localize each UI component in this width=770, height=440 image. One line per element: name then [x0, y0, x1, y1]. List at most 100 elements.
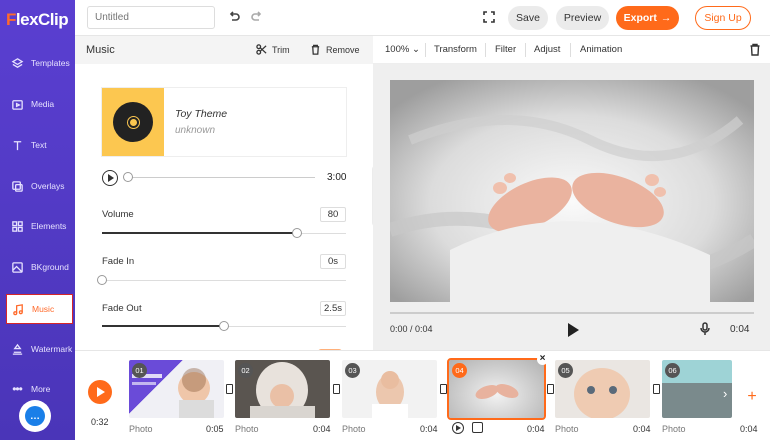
clip-type: Photo [555, 424, 579, 434]
chevron-down-icon: ⌄ [411, 44, 420, 55]
sidebar-item-label: Elements [31, 221, 67, 231]
transition-icon[interactable] [547, 384, 554, 394]
sidebar-item-elements[interactable]: Elements [6, 211, 73, 241]
transition-icon[interactable] [226, 384, 233, 394]
clip-duration: 0:04 [313, 424, 331, 434]
transition-icon[interactable] [653, 384, 660, 394]
clip-play-icon[interactable] [452, 422, 464, 434]
close-icon[interactable]: × [537, 354, 548, 365]
save-button[interactable]: Save [508, 6, 548, 30]
divider [485, 43, 486, 57]
sidebar-item-label: Text [31, 140, 47, 150]
timeline-clip[interactable]: 05 [555, 360, 650, 418]
transition-icon[interactable] [333, 384, 340, 394]
clip-number: 06 [665, 363, 680, 378]
top-bar: Save Preview Export → Sign Up [75, 0, 770, 36]
adjust-button[interactable]: Adjust [534, 44, 560, 55]
music-icon [11, 302, 25, 316]
text-icon [10, 138, 24, 152]
volume-slider-fill [102, 232, 298, 234]
sidebar-item-music[interactable]: Music [6, 294, 73, 324]
preview-canvas[interactable] [390, 80, 754, 302]
timeline-clip[interactable]: 01 [129, 360, 224, 418]
fullscreen-icon[interactable] [483, 11, 495, 23]
fade-in-slider-handle[interactable] [97, 275, 107, 285]
volume-slider-handle[interactable] [292, 228, 303, 238]
timeline-clip[interactable]: 06 [662, 360, 732, 418]
zoom-select[interactable]: 100% ⌄ [385, 44, 420, 55]
music-scrubber-track[interactable] [127, 177, 315, 178]
export-label: Export [623, 12, 657, 24]
clip-number: 05 [558, 363, 573, 378]
fade-out-slider-handle[interactable] [219, 321, 229, 331]
chat-button[interactable]: … [19, 400, 51, 432]
zoom-value: 100% [385, 44, 410, 55]
elements-icon [10, 219, 24, 233]
remove-button[interactable]: Remove [310, 44, 360, 55]
preview-button[interactable]: Preview [556, 6, 609, 30]
sidebar-item-overlays[interactable]: Overlays [6, 171, 73, 201]
transform-button[interactable]: Transform [434, 44, 477, 55]
music-scrubber-handle[interactable] [123, 172, 133, 182]
clip-duration: 0:04 [527, 424, 545, 434]
scroll-right-icon[interactable]: › [723, 386, 727, 401]
watermark-icon [10, 342, 24, 356]
fade-out-value[interactable]: 2.5s [320, 301, 346, 316]
divider [425, 43, 426, 57]
clip-type: Photo [662, 424, 686, 434]
more-icon: ••• [12, 382, 23, 396]
timeline-play-button[interactable] [88, 380, 112, 404]
microphone-icon[interactable] [699, 322, 711, 336]
sidebar-item-label: Watermark [31, 344, 73, 354]
arrow-right-icon: → [660, 12, 672, 24]
vinyl-record-icon [113, 102, 153, 142]
music-panel: Music Trim Remove Toy Theme unknown 3:00… [75, 36, 373, 350]
flexclip-logo[interactable]: FlexClip [6, 10, 69, 30]
volume-label: Volume [102, 209, 134, 220]
redo-icon[interactable] [250, 10, 264, 24]
clip-end-time: 0:04 [730, 324, 750, 335]
fade-out-slider-fill [102, 325, 224, 327]
duplicate-icon[interactable] [472, 422, 483, 433]
filter-button[interactable]: Filter [495, 44, 516, 55]
baby-feet-photo [390, 80, 754, 302]
transition-icon[interactable] [440, 384, 447, 394]
video-play-button[interactable] [568, 323, 579, 337]
sidebar-item-watermark[interactable]: Watermark [6, 334, 73, 364]
timeline-clip[interactable]: 03 [342, 360, 437, 418]
track-card[interactable]: Toy Theme unknown [102, 88, 346, 156]
music-play-button[interactable] [102, 170, 118, 186]
delete-icon[interactable] [749, 43, 761, 56]
trash-icon [311, 44, 320, 55]
scissors-icon [256, 44, 267, 55]
sidebar-item-label: Overlays [31, 181, 65, 191]
signup-button[interactable]: Sign Up [695, 6, 751, 30]
chat-icon: … [25, 406, 45, 426]
sidebar-item-media[interactable]: Media [6, 89, 73, 119]
clip-duration: 0:05 [206, 424, 224, 434]
fade-in-slider-track[interactable] [102, 280, 346, 281]
clip-number: 01 [132, 363, 147, 378]
remove-label: Remove [326, 44, 360, 55]
timeline-clip-selected[interactable]: 04 [447, 358, 546, 420]
sidebar-item-bkground[interactable]: BKground [6, 252, 73, 282]
sidebar-item-text[interactable]: Text [6, 130, 73, 160]
export-button[interactable]: Export → [616, 6, 679, 30]
sidebar-item-label: BKground [31, 262, 69, 272]
timeline-clip[interactable]: 02 [235, 360, 330, 418]
timeline-total-time: 0:32 [91, 417, 109, 427]
sidebar-item-label: Media [31, 99, 55, 109]
trim-button[interactable]: Trim [256, 44, 290, 55]
video-scrubber[interactable] [390, 312, 754, 314]
background-icon [10, 260, 24, 274]
sidebar-item-more[interactable]: ••• More [6, 374, 73, 404]
animation-button[interactable]: Animation [580, 44, 622, 55]
fade-in-label: Fade In [102, 256, 135, 267]
sidebar-item-templates[interactable]: Templates [6, 48, 73, 78]
volume-value[interactable]: 80 [320, 207, 346, 222]
project-title-input[interactable] [87, 6, 215, 29]
undo-icon[interactable] [227, 10, 241, 24]
fade-in-value[interactable]: 0s [320, 254, 346, 269]
add-clip-button[interactable]: + [743, 389, 761, 407]
current-time: 0:00 / 0:04 [390, 324, 433, 334]
